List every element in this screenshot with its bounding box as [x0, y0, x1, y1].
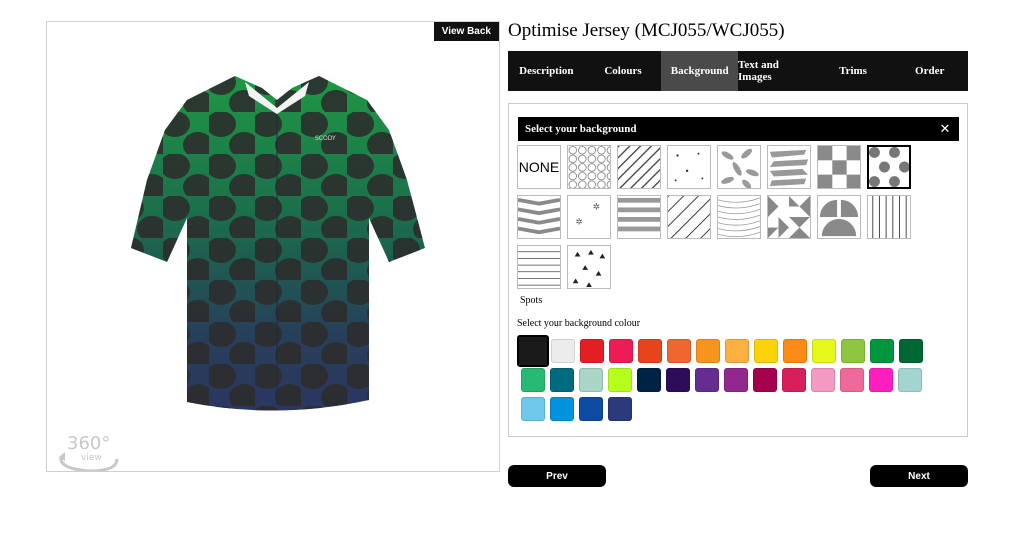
- svg-text:✲: ✲: [593, 202, 600, 212]
- pattern-half-circles[interactable]: [817, 195, 861, 239]
- colour-swatch[interactable]: [608, 397, 632, 421]
- pattern-triangles-mosaic[interactable]: [767, 195, 811, 239]
- pattern-diagonal-stripes[interactable]: [617, 145, 661, 189]
- brand-label: SCODY: [315, 135, 336, 142]
- next-button[interactable]: Next: [870, 465, 968, 487]
- colour-swatch[interactable]: [637, 368, 661, 392]
- colour-swatch[interactable]: [609, 339, 633, 363]
- view-back-button[interactable]: View Back: [433, 22, 499, 41]
- pattern-brush-strokes[interactable]: [767, 145, 811, 189]
- colour-swatch[interactable]: [899, 339, 923, 363]
- prev-button[interactable]: Prev: [508, 465, 606, 487]
- colour-swatch[interactable]: [517, 335, 549, 367]
- colour-swatch[interactable]: [754, 339, 778, 363]
- product-title: Optimise Jersey (MCJ055/WCJ055): [508, 20, 785, 41]
- colour-swatch[interactable]: [579, 397, 603, 421]
- tab-background[interactable]: Background: [661, 51, 739, 91]
- colour-swatch[interactable]: [579, 368, 603, 392]
- rotate-360-label: 360°: [67, 433, 110, 454]
- tab-trims[interactable]: Trims: [815, 51, 892, 91]
- pattern-stars[interactable]: ✲ ✲: [567, 195, 611, 239]
- pattern-horizontal-lines[interactable]: [517, 245, 561, 289]
- background-colour-label: Select your background colour: [517, 318, 641, 329]
- colour-swatch[interactable]: [841, 339, 865, 363]
- pattern-checker[interactable]: [817, 145, 861, 189]
- background-panel-header: Select your background ✕: [518, 117, 959, 141]
- colour-swatch[interactable]: [550, 368, 574, 392]
- pattern-triangles[interactable]: [567, 245, 611, 289]
- jersey-preview: View Back SCODY 360° view: [46, 21, 500, 472]
- colour-swatch[interactable]: [898, 368, 922, 392]
- jersey-image: SCODY: [131, 76, 425, 411]
- colour-swatch[interactable]: [551, 339, 575, 363]
- colour-swatch[interactable]: [608, 368, 632, 392]
- colour-swatch[interactable]: [840, 368, 864, 392]
- pattern-spots[interactable]: [867, 145, 911, 189]
- pattern-scattered-dots[interactable]: [667, 145, 711, 189]
- pattern-hexagons[interactable]: [567, 145, 611, 189]
- pattern-none[interactable]: NONE: [517, 145, 561, 189]
- colour-swatch[interactable]: [638, 339, 662, 363]
- colour-swatch[interactable]: [783, 339, 807, 363]
- tab-colours[interactable]: Colours: [585, 51, 662, 91]
- pattern-thin-diagonals[interactable]: [667, 195, 711, 239]
- colour-swatch[interactable]: [753, 368, 777, 392]
- colour-swatch[interactable]: [811, 368, 835, 392]
- colour-swatch[interactable]: [869, 368, 893, 392]
- colour-swatch[interactable]: [667, 339, 691, 363]
- tab-text-and-images[interactable]: Text and Images: [738, 51, 815, 91]
- colour-swatch[interactable]: [782, 368, 806, 392]
- rotate-360-icon[interactable]: 360° view: [55, 427, 125, 471]
- rotate-360-sublabel: view: [81, 453, 102, 463]
- background-panel-title: Select your background: [525, 123, 637, 135]
- colour-swatch[interactable]: [725, 339, 749, 363]
- pattern-leaves[interactable]: [717, 145, 761, 189]
- colour-swatch[interactable]: [812, 339, 836, 363]
- colour-swatch[interactable]: [550, 397, 574, 421]
- colour-swatch[interactable]: [695, 368, 719, 392]
- background-panel: Select your background ✕ NONE ✲ ✲ Spots …: [508, 103, 968, 437]
- step-tabs: Description Colours Background Text and …: [508, 51, 968, 91]
- colour-swatch[interactable]: [724, 368, 748, 392]
- pattern-none-label: NONE: [518, 159, 560, 175]
- pattern-horizontal-bands[interactable]: [617, 195, 661, 239]
- selected-pattern-label: Spots: [520, 295, 543, 306]
- colour-swatch[interactable]: [870, 339, 894, 363]
- colour-swatch[interactable]: [580, 339, 604, 363]
- close-icon[interactable]: ✕: [931, 122, 959, 137]
- colour-swatch[interactable]: [521, 368, 545, 392]
- tab-description[interactable]: Description: [508, 51, 585, 91]
- svg-text:✲: ✲: [576, 218, 583, 228]
- colour-swatch[interactable]: [521, 397, 545, 421]
- pattern-chevron[interactable]: [517, 195, 561, 239]
- pattern-vertical-lines[interactable]: [867, 195, 911, 239]
- colour-swatch[interactable]: [696, 339, 720, 363]
- pattern-waves[interactable]: [717, 195, 761, 239]
- colour-swatch[interactable]: [666, 368, 690, 392]
- tab-order[interactable]: Order: [891, 51, 968, 91]
